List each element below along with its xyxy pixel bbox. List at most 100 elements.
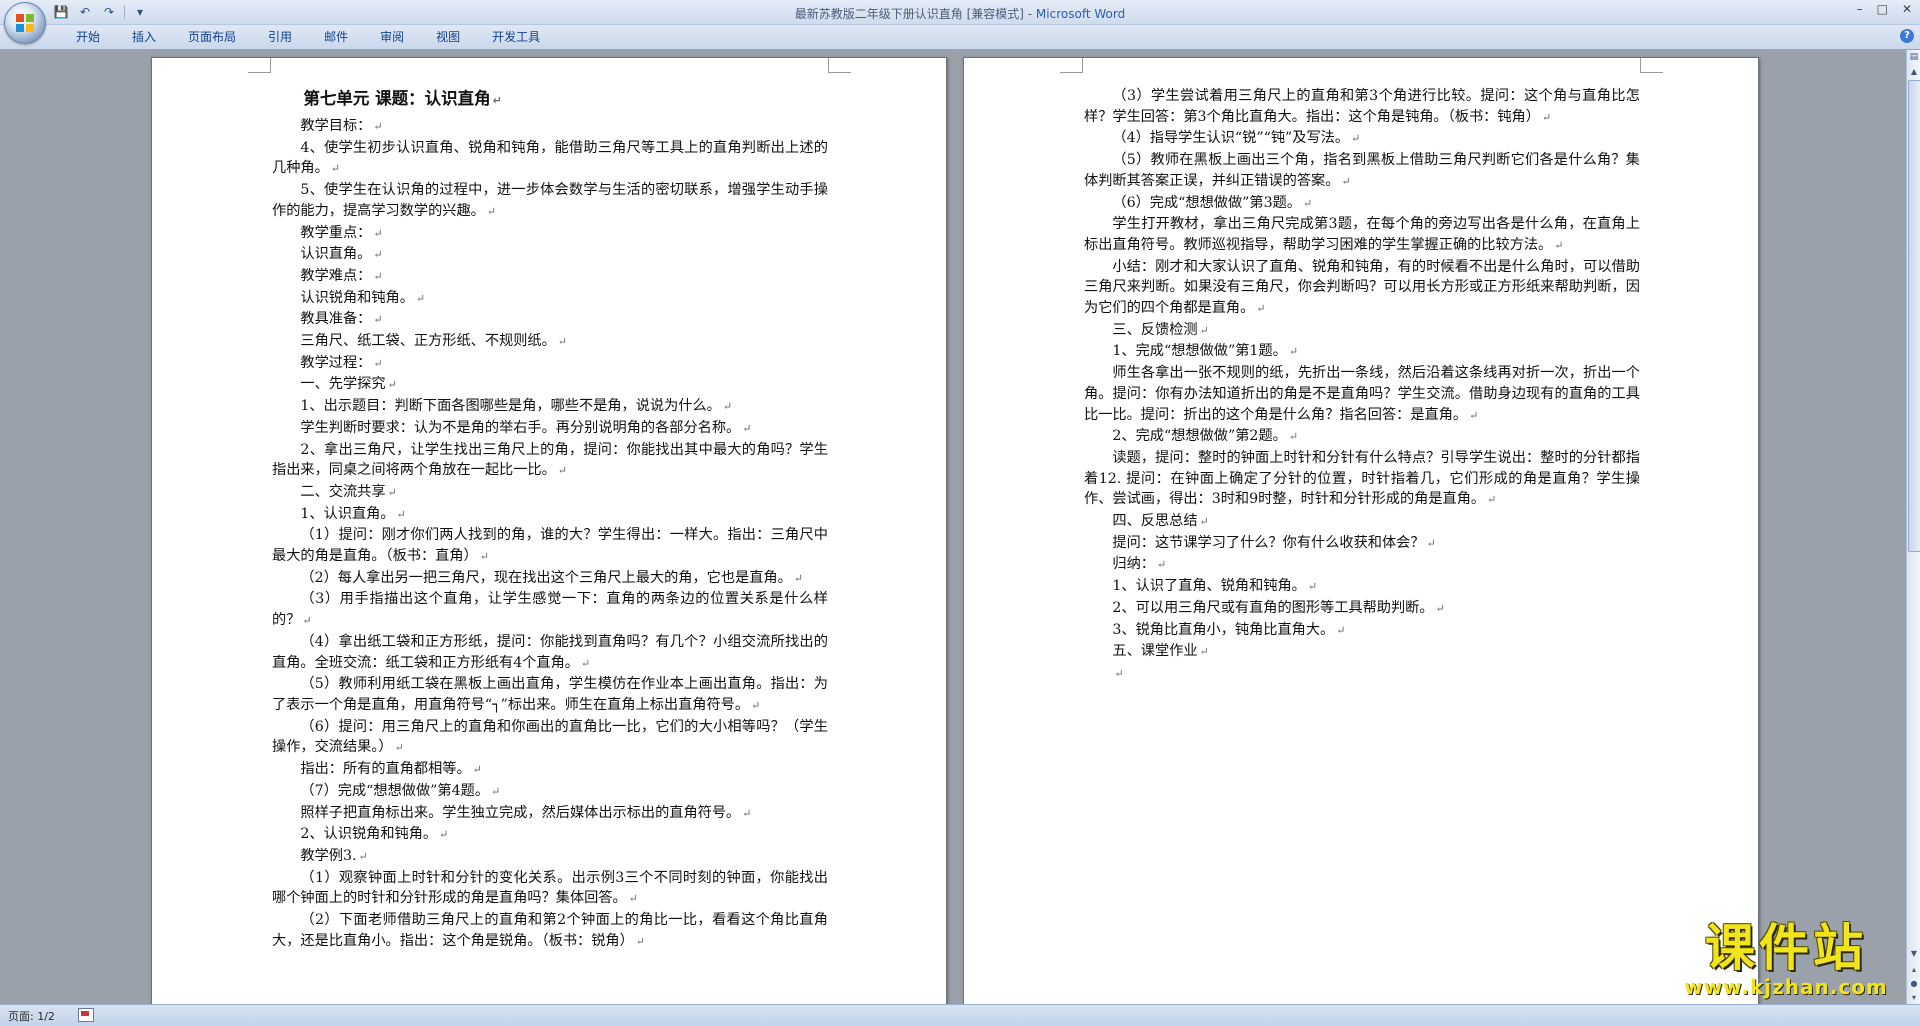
paragraph-text: 3、锐角比直角小，钝角比直角大。 [1112, 621, 1335, 638]
tab-developer[interactable]: 开发工具 [476, 29, 556, 46]
paragraph-mark-icon: ↵ [358, 849, 368, 863]
paragraph: 教学过程： ↵ [272, 353, 828, 375]
tab-references[interactable]: 引用 [252, 29, 308, 46]
paragraph-text: 三、反馈检测 [1112, 321, 1198, 338]
browse-object-icon[interactable]: ● [1908, 978, 1920, 990]
paragraph: （6）提问：用三角尺上的直角和你画出的直角比一比，它们的大小相等吗？（学生操作，… [272, 717, 828, 759]
paragraph: 教具准备： ↵ [272, 309, 828, 331]
paragraph: （1）观察钟面上时针和分针的变化关系。出示例3三个不同时刻的钟面，你能找出哪个钟… [272, 868, 828, 910]
page-count[interactable]: 页面: 1/2 [8, 1008, 55, 1024]
paragraph-text: 一、先学探究 [300, 376, 386, 393]
office-logo-icon [16, 14, 34, 32]
document-page-1: 第七单元 课题：认识直角 ↵ 教学目标： ↵ 4、使学生初步认识直角、锐角和钝角，能借助… [151, 57, 947, 1004]
paragraph-mark-icon: ↵ [557, 335, 567, 349]
paragraph: 1、出示题目：判断下面各图哪些是角，哪些不是角，说说为什么。 ↵ [272, 396, 828, 418]
paragraph-mark-icon: ↵ [1487, 493, 1497, 507]
scroll-thumb[interactable] [1908, 80, 1920, 552]
paragraph-text: （1）提问：刚才你们两人找到的角，谁的大？学生得出：一样大。指出：三角尺中最大的… [272, 527, 828, 565]
scroll-up-icon[interactable]: ▲ [1908, 66, 1920, 78]
tab-view[interactable]: 视图 [420, 29, 476, 46]
paragraph-mark-icon: ↵ [373, 356, 383, 370]
paragraph-text: 2、拿出三角尺，让学生找出三角尺上的角，提问：你能找出其中最大的角吗？学生指出来… [272, 441, 828, 479]
page-2-text[interactable]: （3）学生尝试着用三角尺上的直角和第3个角进行比较。提问：这个角与直角比怎样？学… [1084, 86, 1640, 685]
paragraph: ↵ [1084, 663, 1640, 685]
paragraph-mark-icon: ↵ [330, 162, 340, 176]
paragraph: 二、交流共享 ↵ [272, 482, 828, 504]
minimize-button[interactable]: – [1857, 2, 1863, 16]
paragraph-text: （2）每人拿出另一把三角尺，现在找出这个三角尺上最大的角，它也是直角。 [300, 569, 792, 586]
next-page-icon[interactable]: ▾ [1908, 992, 1920, 1004]
document-page-2: （3）学生尝试着用三角尺上的直角和第3个角进行比较。提问：这个角与直角比怎样？学… [963, 57, 1759, 1004]
tab-home[interactable]: 开始 [60, 29, 116, 46]
paragraph: 1、认识了直角、锐角和钝角。 ↵ [1084, 576, 1640, 598]
paragraph-text: 二、交流共享 [300, 483, 386, 500]
paragraph-mark-icon: ↵ [373, 313, 383, 327]
paragraph-mark-icon: ↵ [373, 248, 383, 262]
paragraph-mark-icon: ↵ [1303, 196, 1313, 210]
paragraph-text: （5）教师在黑板上画出三个角，指名到黑板上借助三角尺判断它们各是什么角？集体判断… [1084, 152, 1640, 189]
paragraph: 学生判断时要求：认为不是角的举右手。再分别说明角的各部分名称。 ↵ [272, 418, 828, 440]
tab-review[interactable]: 审阅 [364, 29, 420, 46]
maximize-button[interactable]: □ [1877, 2, 1888, 16]
paragraph-text: 归纳： [1112, 556, 1155, 573]
tab-insert[interactable]: 插入 [116, 29, 172, 46]
scroll-down-icon[interactable]: ▼ [1908, 948, 1920, 960]
paragraph-mark-icon: ↵ [1156, 558, 1167, 572]
paragraph: 2、拿出三角尺，让学生找出三角尺上的角，提问：你能找出其中最大的角吗？学生指出来… [272, 440, 828, 482]
paragraph-text: （4）拿出纸工袋和正方形纸，提问：你能找到直角吗？有几个？小组交流所找出的直角。… [272, 633, 828, 671]
close-button[interactable]: ✕ [1902, 2, 1912, 16]
paragraph: 2、可以用三角尺或有直角的图形等工具帮助判断。 ↵ [1084, 598, 1640, 620]
vertical-scrollbar[interactable]: ▤ ▲ ▼ ▴ ● ▾ [1906, 50, 1920, 1004]
paragraph: （5）教师利用纸工袋在黑板上画出直角，学生模仿在作业本上画出直角。指出：为了表示… [272, 674, 828, 716]
paragraph-text: 教学过程： [300, 354, 372, 371]
paragraph: 认识直角。 ↵ [272, 244, 828, 266]
paragraph-text: 照样子把直角标出来。学生独立完成，然后媒体出示标出的直角符号。 [300, 804, 741, 821]
paragraph-mark-icon: ↵ [1341, 174, 1351, 188]
paragraph-mark-icon: ↵ [1541, 110, 1552, 124]
previous-page-icon[interactable]: ▴ [1908, 964, 1920, 976]
paragraph-text: 1、认识了直角、锐角和钝角。 [1112, 578, 1306, 595]
paragraph: 五、课堂作业 ↵ [1084, 641, 1640, 663]
office-button[interactable] [4, 2, 46, 44]
help-icon[interactable]: ? [1900, 29, 1914, 43]
paragraph-mark-icon: ↵ [1256, 302, 1266, 316]
paragraph-text: （4）指导学生认识“锐”“钝”及写法。 [1112, 130, 1350, 147]
paragraph-mark-icon: ↵ [635, 934, 645, 948]
paragraph: 认识锐角和钝角。 ↵ [272, 288, 828, 310]
page-1-text[interactable]: 第七单元 课题：认识直角 ↵ 教学目标： ↵ 4、使学生初步认识直角、锐角和钝角，能借助… [272, 86, 828, 952]
paragraph-mark-icon: ↵ [1426, 536, 1436, 550]
paragraph-mark-icon: ↵ [1114, 666, 1124, 680]
paragraph-mark-icon: ↵ [742, 421, 752, 435]
paragraph-mark-icon: ↵ [628, 892, 638, 906]
tab-mailings[interactable]: 邮件 [308, 29, 364, 46]
proofing-icon[interactable] [78, 1008, 94, 1022]
paragraph-mark-icon: ↵ [793, 571, 804, 585]
paragraph-mark-icon: ↵ [439, 828, 449, 842]
paragraph-text: 2、认识锐角和钝角。 [300, 826, 438, 843]
crop-mark [248, 58, 271, 73]
paragraph: （4）拿出纸工袋和正方形纸，提问：你能找到直角吗？有几个？小组交流所找出的直角。… [272, 632, 828, 674]
paragraph: 三、反馈检测 ↵ [1084, 320, 1640, 342]
paragraph-text: 1、完成“想想做做”第1题。 [1112, 343, 1287, 360]
ruler-toggle-icon[interactable]: ▤ [1908, 52, 1920, 62]
tab-page-layout[interactable]: 页面布局 [172, 29, 252, 46]
paragraph-text: 师生各拿出一张不规则的纸，先折出一条线，然后沿着这条线再对折一次，折出一个角。提… [1084, 365, 1640, 423]
paragraph: 归纳： ↵ [1084, 554, 1640, 576]
ribbon: 开始 插入 页面布局 引用 邮件 审阅 视图 开发工具 ? [0, 25, 1920, 50]
app-name: Microsoft Word [1035, 7, 1126, 21]
paragraph: （7）完成“想想做做”第4题。 ↵ [272, 781, 828, 803]
paragraph-text: （5）教师利用纸工袋在黑板上画出直角，学生模仿在作业本上画出直角。指出：为了表示… [272, 676, 828, 713]
paragraph-text: （1）观察钟面上时针和分针的变化关系。出示例3三个不同时刻的钟面，你能找出哪个钟… [272, 869, 828, 907]
paragraph-mark-icon: ↵ [479, 550, 489, 564]
paragraph-text: （6）提问：用三角尺上的直角和你画出的直角比一比，它们的大小相等吗？（学生操作，… [272, 718, 828, 756]
paragraph: 3、锐角比直角小，钝角比直角大。 ↵ [1084, 620, 1640, 642]
paragraph-text: （7）完成“想想做做”第4题。 [300, 782, 490, 799]
paragraph-text: 小结：刚才和大家认识了直角、锐角和钝角，有的时候看不出是什么角时，可以借助三角尺… [1084, 258, 1640, 317]
paragraph: 指出：所有的直角都相等。 ↵ [272, 759, 828, 781]
paragraph: （2）下面老师借助三角尺上的直角和第2个钟面上的角比一比，看看这个角比直角大，还… [272, 910, 828, 952]
title-bar: 💾 ↶ ↷ ▾ 最新苏教版二年级下册认识直角 [兼容模式] - Microsof… [0, 0, 1920, 25]
paragraph-mark-icon: ↵ [396, 507, 406, 521]
document-heading: 第七单元 课题：认识直角 ↵ [272, 86, 828, 114]
paragraph: 5、使学生在认识角的过程中，进一步体会数学与生活的密切联系，增强学生动手操作的能… [272, 180, 828, 222]
paragraph-text: （3）用手指描出这个直角，让学生感觉一下：直角的两条边的位置关系是什么样的？ [272, 591, 828, 629]
